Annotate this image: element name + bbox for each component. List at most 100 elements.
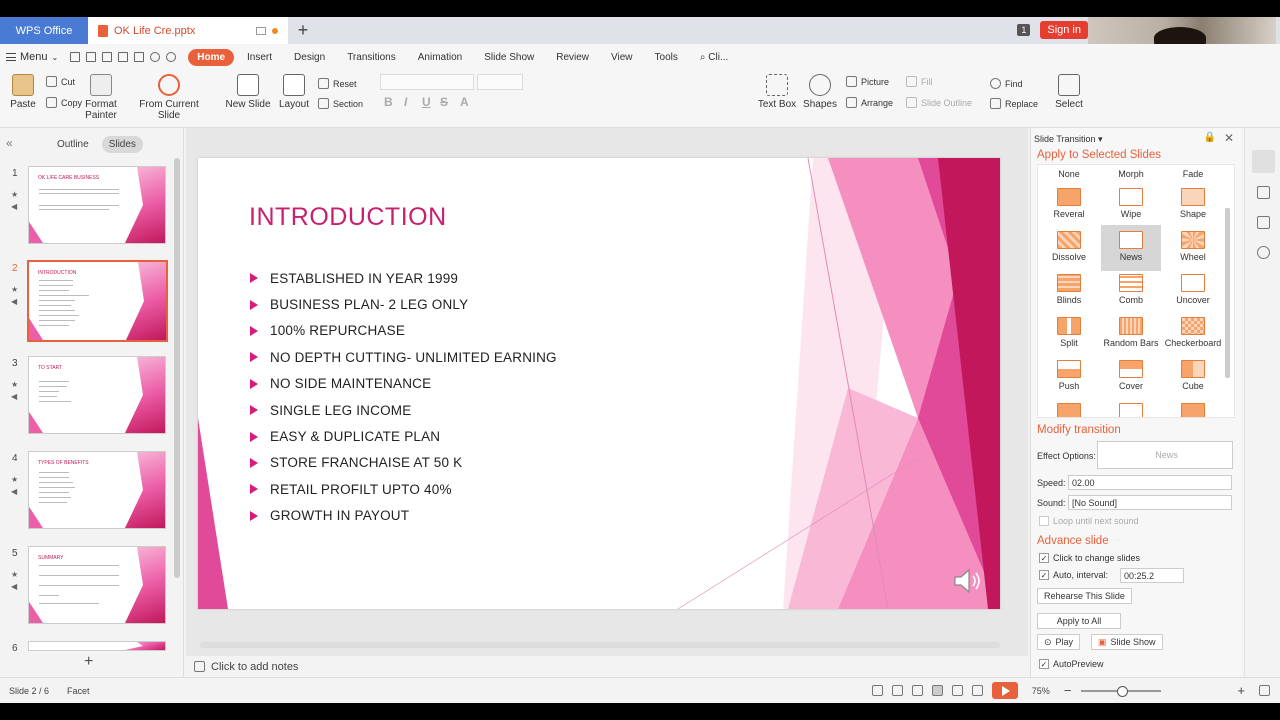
redo-icon[interactable] xyxy=(166,52,177,62)
tab-tools[interactable]: Tools xyxy=(646,49,687,66)
transition-more-3[interactable] xyxy=(1163,403,1223,417)
slide-sorter-icon[interactable] xyxy=(951,685,963,696)
transition-reveal[interactable]: Reveral xyxy=(1039,185,1099,225)
transition-cover[interactable]: Cover xyxy=(1101,357,1161,397)
transition-none[interactable]: None xyxy=(1039,169,1099,179)
autopreview-checkbox[interactable]: ✓ AutoPreview xyxy=(1039,659,1104,669)
tab-outline[interactable]: Outline xyxy=(50,136,96,153)
sound-select[interactable]: [No Sound] xyxy=(1068,495,1232,510)
transition-shape[interactable]: Shape xyxy=(1163,185,1223,225)
monitor-icon[interactable] xyxy=(256,26,266,35)
slide-thumbnail-3[interactable]: 3 ★ ◀ TO START xyxy=(0,356,170,438)
slide-thumbnail-5[interactable]: 5 ★ ◀ SUMMARY xyxy=(0,546,170,628)
slide-thumbnail-6[interactable]: 6 xyxy=(0,641,170,651)
tab-insert[interactable]: Insert xyxy=(238,49,281,66)
shapes-button[interactable]: Shapes xyxy=(802,74,838,110)
horizontal-scrollbar[interactable] xyxy=(200,642,1000,648)
transition-morph[interactable]: Morph xyxy=(1101,169,1161,179)
transition-more-1[interactable] xyxy=(1039,403,1099,417)
main-menu-button[interactable]: Menu ⌄ xyxy=(6,51,66,63)
window-count-badge[interactable]: 1 xyxy=(1017,24,1031,36)
align-menu-icon[interactable] xyxy=(911,685,923,696)
save-icon[interactable] xyxy=(86,52,97,62)
rehearse-slide-button[interactable]: Rehearse This Slide xyxy=(1037,588,1132,604)
underline-icon[interactable]: U xyxy=(422,95,431,109)
slides-scrollbar[interactable] xyxy=(174,158,180,578)
tab-review[interactable]: Review xyxy=(547,49,598,66)
tab-transitions[interactable]: Transitions xyxy=(338,49,405,66)
arrange-button[interactable]: Arrange xyxy=(846,97,893,108)
export-icon[interactable] xyxy=(102,52,113,62)
document-tab[interactable]: OK Life Cre.pptx xyxy=(88,17,288,44)
audio-speaker-icon[interactable] xyxy=(952,567,984,595)
add-slide-button[interactable]: + xyxy=(84,653,93,671)
comments-icon[interactable] xyxy=(891,685,903,696)
transition-uncover[interactable]: Uncover xyxy=(1163,271,1223,311)
normal-view-icon[interactable] xyxy=(931,685,943,696)
transition-random-bars[interactable]: Random Bars xyxy=(1101,314,1161,354)
copy-button[interactable]: Copy xyxy=(46,97,82,108)
command-search[interactable]: ⌕ Cli... xyxy=(691,49,737,66)
transition-news-selected[interactable]: News xyxy=(1101,225,1161,271)
layout-button[interactable]: Layout xyxy=(276,74,312,110)
slide-show-play-button[interactable] xyxy=(991,682,1018,699)
slide-title[interactable]: INTRODUCTION xyxy=(249,203,447,232)
tab-design[interactable]: Design xyxy=(285,49,334,66)
fit-window-icon[interactable] xyxy=(1259,685,1270,696)
slide-thumbnail-2[interactable]: 2 ★ ◀ INTRODUCTION xyxy=(0,260,170,343)
section-button[interactable]: Section xyxy=(318,98,363,109)
new-tab-button[interactable]: + xyxy=(288,17,318,44)
transition-cube[interactable]: Cube xyxy=(1163,357,1223,397)
replace-button[interactable]: Replace xyxy=(990,98,1038,109)
transition-blinds[interactable]: Blinds xyxy=(1039,271,1099,311)
transition-dissolve[interactable]: Dissolve xyxy=(1039,228,1099,268)
reset-button[interactable]: Reset xyxy=(318,78,357,89)
undo-icon[interactable] xyxy=(150,52,161,62)
reading-view-icon[interactable] xyxy=(971,685,983,696)
font-color-icon[interactable]: A xyxy=(460,95,469,109)
animation-icon[interactable] xyxy=(1257,186,1270,199)
paste-button[interactable]: Paste xyxy=(6,74,40,110)
transition-wheel[interactable]: Wheel xyxy=(1163,228,1223,268)
zoom-in-button[interactable]: + xyxy=(1237,683,1245,698)
panel-title[interactable]: Slide Transition ▾ xyxy=(1034,134,1103,145)
find-button[interactable]: Find xyxy=(990,78,1023,89)
zoom-out-button[interactable]: − xyxy=(1064,683,1072,698)
transition-checkerboard[interactable]: Checkerboard xyxy=(1163,314,1223,354)
italic-icon[interactable]: I xyxy=(404,95,407,109)
transition-wipe[interactable]: Wipe xyxy=(1101,185,1161,225)
font-size-select[interactable] xyxy=(477,74,523,90)
open-icon[interactable] xyxy=(70,52,81,62)
speed-input[interactable]: 02.00 xyxy=(1068,475,1232,490)
preview-icon[interactable] xyxy=(134,52,145,62)
auto-interval-checkbox[interactable]: ✓ Auto, interval: xyxy=(1039,570,1108,580)
picture-button[interactable]: Picture xyxy=(846,76,889,87)
tab-slides[interactable]: Slides xyxy=(101,136,143,153)
lock-icon[interactable]: 🔒 xyxy=(1204,132,1216,143)
auto-interval-input[interactable]: 00:25.2 xyxy=(1120,568,1184,583)
from-current-slide-button[interactable]: From Current Slide xyxy=(130,74,208,121)
loop-sound-checkbox[interactable]: Loop until next sound xyxy=(1039,516,1139,526)
slide-outline-button[interactable]: Slide Outline xyxy=(906,97,972,108)
tab-slide-show[interactable]: Slide Show xyxy=(475,49,543,66)
print-icon[interactable] xyxy=(118,52,129,62)
zoom-slider[interactable] xyxy=(1081,685,1162,697)
history-icon[interactable] xyxy=(1257,246,1270,259)
current-slide[interactable]: INTRODUCTION ESTABLISHED IN YEAR 1999 BU… xyxy=(198,158,1000,609)
select-button[interactable]: Select xyxy=(1052,74,1086,110)
notes-area[interactable]: Click to add notes xyxy=(186,656,1028,677)
slide-thumbnail-1[interactable]: 1 ★ ◀ OK LIFE CARE BUSINESS xyxy=(0,166,170,248)
strikethrough-icon[interactable]: S xyxy=(440,95,448,109)
transition-comb[interactable]: Comb xyxy=(1101,271,1161,311)
format-painter-button[interactable]: Format Painter xyxy=(84,74,118,121)
transition-push[interactable]: Push xyxy=(1039,357,1099,397)
transition-fade[interactable]: Fade xyxy=(1163,169,1223,179)
notes-toggle-icon[interactable] xyxy=(871,685,883,696)
tab-animation[interactable]: Animation xyxy=(409,49,471,66)
tab-view[interactable]: View xyxy=(602,49,642,66)
play-button[interactable]: ⊙ Play xyxy=(1037,634,1081,650)
close-icon[interactable]: ✕ xyxy=(1224,131,1234,145)
new-slide-button[interactable]: New Slide xyxy=(224,74,272,110)
sign-in-button[interactable]: Sign in xyxy=(1040,21,1088,39)
slide-show-button[interactable]: ▣ Slide Show xyxy=(1091,634,1163,650)
